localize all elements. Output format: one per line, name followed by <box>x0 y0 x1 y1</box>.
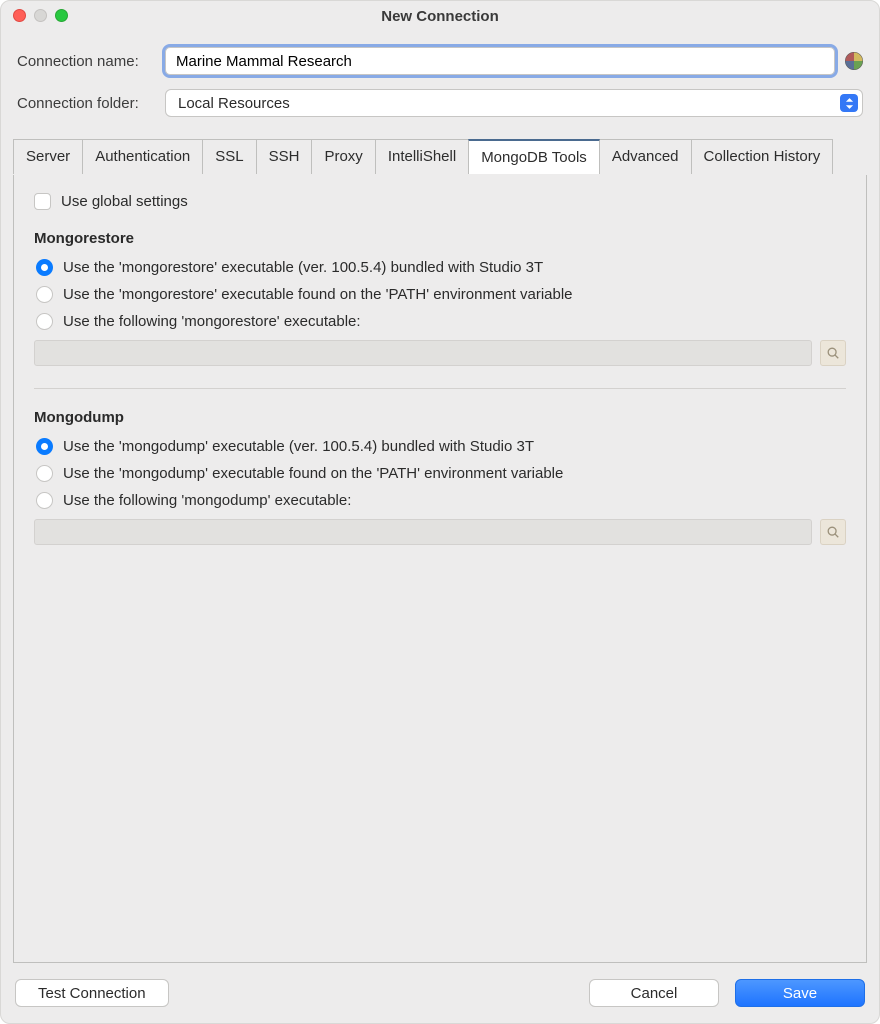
tab-panel: Use global settings Mongorestore Use the… <box>13 175 867 963</box>
zoom-icon[interactable] <box>55 9 68 22</box>
window-title: New Connection <box>13 8 867 25</box>
use-global-checkbox[interactable] <box>34 193 51 210</box>
tab-collection-history[interactable]: Collection History <box>691 139 834 174</box>
window-controls <box>13 9 68 22</box>
mongorestore-browse-button[interactable] <box>820 340 846 366</box>
tab-advanced[interactable]: Advanced <box>599 139 692 174</box>
mongorestore-label-custom: Use the following 'mongorestore' executa… <box>63 313 361 330</box>
cancel-button[interactable]: Cancel <box>589 979 719 1007</box>
mongorestore-heading: Mongorestore <box>34 230 846 247</box>
close-icon[interactable] <box>13 9 26 22</box>
chevron-updown-icon <box>840 94 858 112</box>
minimize-icon <box>34 9 47 22</box>
mongodump-radio-bundled[interactable] <box>36 438 53 455</box>
connection-folder-select[interactable]: Local Resources <box>165 89 863 117</box>
mongorestore-radio-custom[interactable] <box>36 313 53 330</box>
tab-authentication[interactable]: Authentication <box>82 139 203 174</box>
tab-server[interactable]: Server <box>13 139 83 174</box>
titlebar: New Connection <box>1 1 879 31</box>
search-icon <box>826 525 840 539</box>
tab-proxy[interactable]: Proxy <box>311 139 375 174</box>
connection-name-label: Connection name: <box>17 53 155 70</box>
mongodump-radio-path[interactable] <box>36 465 53 482</box>
tab-bar: Server Authentication SSL SSH Proxy Inte… <box>1 139 879 175</box>
form-area: Connection name: Connection folder: <box>1 31 879 139</box>
connection-dialog: New Connection Connection name: Conne <box>0 0 880 1024</box>
mongorestore-radio-bundled[interactable] <box>36 259 53 276</box>
save-button[interactable]: Save <box>735 979 865 1007</box>
mongorestore-path-input <box>34 340 812 366</box>
mongodump-label-custom: Use the following 'mongodump' executable… <box>63 492 351 509</box>
tab-ssh[interactable]: SSH <box>256 139 313 174</box>
tab-intellishell[interactable]: IntelliShell <box>375 139 469 174</box>
test-connection-button[interactable]: Test Connection <box>15 979 169 1007</box>
search-icon <box>826 346 840 360</box>
footer: Test Connection Cancel Save <box>1 971 879 1023</box>
mongodump-radio-custom[interactable] <box>36 492 53 509</box>
tab-mongodb-tools[interactable]: MongoDB Tools <box>468 139 600 174</box>
mongodump-browse-button[interactable] <box>820 519 846 545</box>
connection-folder-label: Connection folder: <box>17 95 155 112</box>
use-global-label: Use global settings <box>61 193 188 210</box>
mongodump-label-bundled: Use the 'mongodump' executable (ver. 100… <box>63 438 534 455</box>
connection-folder-value: Local Resources <box>178 95 290 112</box>
divider <box>34 388 846 389</box>
mongodump-label-path: Use the 'mongodump' executable found on … <box>63 465 563 482</box>
color-picker-icon[interactable] <box>845 52 863 70</box>
tab-ssl[interactable]: SSL <box>202 139 256 174</box>
mongorestore-label-bundled: Use the 'mongorestore' executable (ver. … <box>63 259 543 276</box>
mongodump-path-input <box>34 519 812 545</box>
mongorestore-label-path: Use the 'mongorestore' executable found … <box>63 286 573 303</box>
mongodump-heading: Mongodump <box>34 409 846 426</box>
connection-name-input[interactable] <box>165 47 835 75</box>
mongorestore-radio-path[interactable] <box>36 286 53 303</box>
